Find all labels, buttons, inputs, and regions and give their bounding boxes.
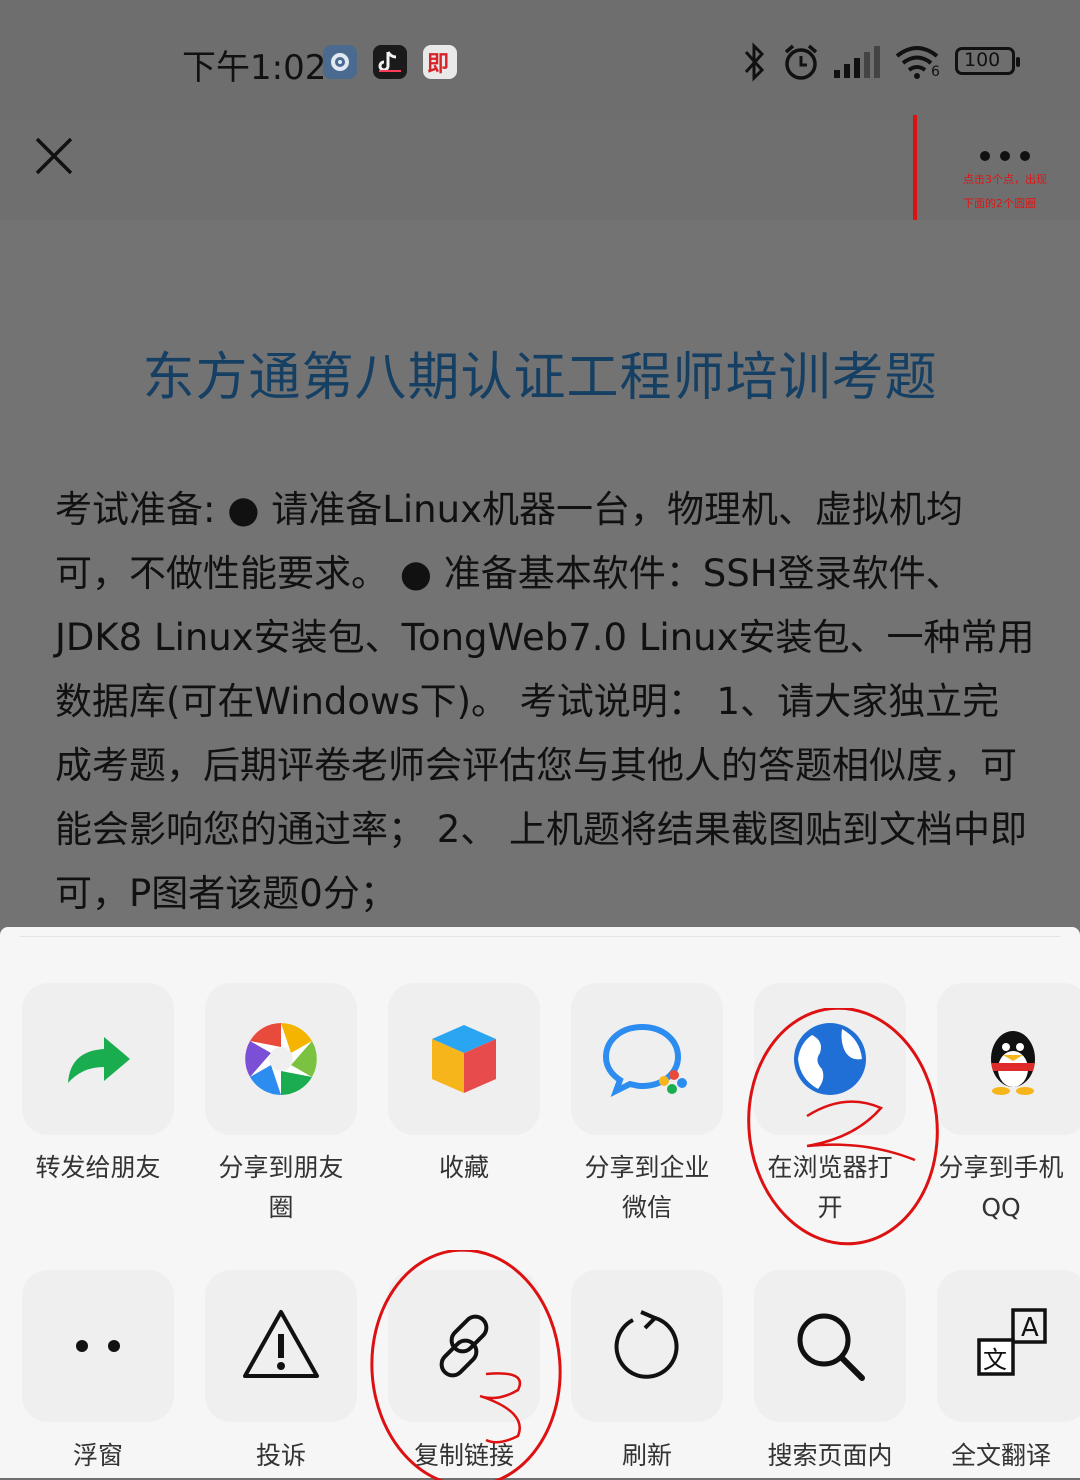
settings-app-icon [323,45,357,79]
status-bar: 下午1:02 即 6 100 [0,0,1080,120]
svg-text:文: 文 [983,1346,1007,1374]
more-icon[interactable] [978,148,1032,167]
forward-icon [68,1037,130,1083]
complaint-label: 投诉 [255,1441,306,1470]
translate-icon: A 文 [977,1308,1047,1376]
full-text-translate-label: 全文翻译 [950,1441,1051,1470]
wecom-icon [602,1023,687,1098]
search-in-page-label: 搜索页面内 [767,1441,893,1470]
forward-to-friend-label: 转发给朋友 [35,1153,161,1182]
bluetooth-icon [740,42,768,86]
tiktok-app-icon [373,45,407,79]
warning-icon [243,1310,319,1378]
annotation-note: 点击3个点，出现 下面的2个圆圈 [963,168,1047,216]
favorite-label: 收藏 [438,1153,489,1182]
annotation-circle-browser [747,1008,939,1246]
complaint-button[interactable] [205,1270,357,1422]
float-window-icon [76,1340,120,1352]
battery-icon: 100 [955,47,1020,75]
alarm-icon [780,42,822,86]
float-window-button[interactable] [22,1270,174,1422]
annotation-circle-copy-link [370,1250,562,1480]
refresh-button[interactable] [571,1270,723,1422]
share-to-wecom-button[interactable] [571,983,723,1135]
signal-icon [832,46,882,84]
share-to-wecom-label: 分享到企业 微信 [584,1153,710,1222]
annotation-note-line2: 下面的2个圆圈 [963,197,1036,210]
refresh-label: 刷新 [621,1441,672,1470]
article-title: 东方通第八期认证工程师培训考题 [142,348,938,408]
qq-icon [991,1031,1035,1095]
full-text-translate-button[interactable]: A 文 [937,1270,1080,1422]
search-icon [797,1313,865,1381]
status-time: 下午1:02 [182,48,327,88]
share-to-moments-label: 分享到朋友 圈 [218,1153,344,1222]
float-window-label: 浮窗 [72,1441,123,1470]
nav-bar [0,120,1080,220]
search-in-page-button[interactable] [754,1270,906,1422]
annotation-note-line1: 点击3个点，出现 [963,173,1047,186]
favorite-button[interactable] [388,983,540,1135]
share-to-qq-button[interactable] [937,983,1080,1135]
svg-text:A: A [1021,1313,1039,1343]
article-body: 考试准备: ● 请准备Linux机器一台，物理机、虚拟机均可，不做性能要求。 ●… [55,488,1035,915]
sheet-divider [20,936,1060,937]
forward-to-friend-button[interactable] [22,983,174,1135]
red-app-label: 即 [427,52,450,77]
red-app-icon: 即 [423,45,457,79]
favorite-icon [432,1025,496,1093]
share-to-moments-button[interactable] [205,983,357,1135]
wifi-label: 6 [931,64,940,80]
wifi-icon: 6 [893,42,943,86]
battery-level: 100 [964,49,1001,71]
refresh-icon [614,1310,679,1379]
moments-icon [245,1023,317,1095]
annotation-line [913,115,917,230]
close-icon[interactable] [33,135,75,181]
share-to-qq-label: 分享到手机 QQ [938,1153,1064,1222]
